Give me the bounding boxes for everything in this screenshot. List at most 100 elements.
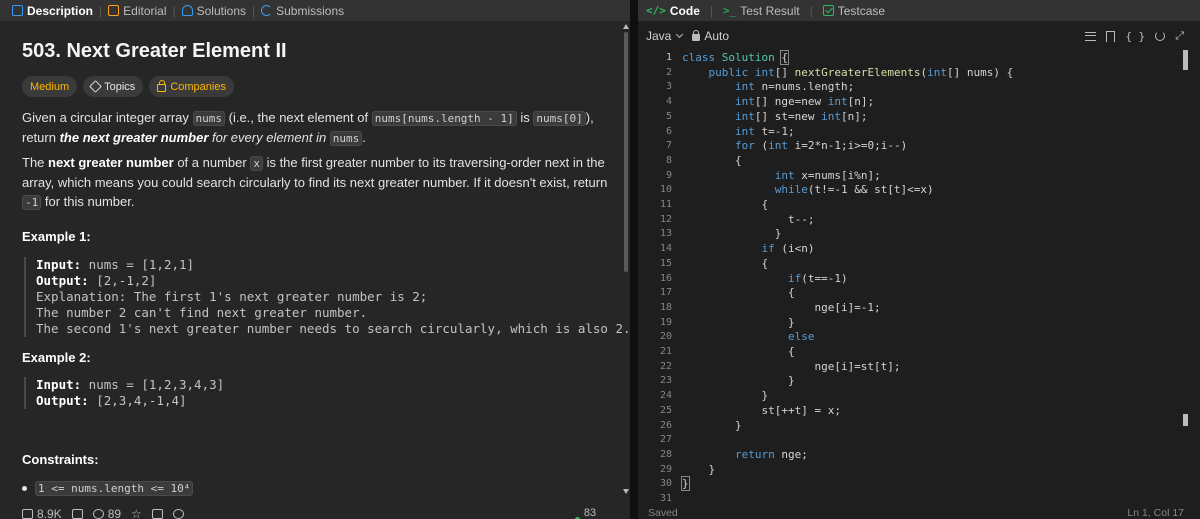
code-line[interactable]: 15 { — [638, 256, 1178, 271]
line-number: 29 — [659, 463, 672, 475]
bookmark-icon[interactable] — [1106, 30, 1116, 42]
output-value: [2,3,4,-1,4] — [88, 393, 187, 408]
line-number: 4 — [665, 96, 672, 108]
code-line[interactable]: 19 } — [638, 315, 1178, 330]
code-line[interactable]: 4 int[] nge=new int[n]; — [638, 94, 1178, 109]
thumbs-down-icon — [71, 509, 83, 519]
description-paragraph-1: Given a circular integer array nums (i.e… — [22, 108, 612, 148]
scroll-down-arrow-icon[interactable] — [623, 489, 629, 494]
tab-test-result[interactable]: >_ Test Result — [723, 4, 800, 18]
braces-icon[interactable]: { } — [1125, 30, 1145, 43]
line-number: 10 — [659, 184, 672, 196]
code-line[interactable]: 28 return nge; — [638, 447, 1178, 462]
code-line[interactable]: 11 { — [638, 197, 1178, 212]
example-1-block: Input: nums = [1,2,1] Output: [2,-1,2] E… — [24, 257, 630, 337]
topics-button[interactable]: Topics — [83, 76, 144, 97]
code-line[interactable]: 31 — [638, 491, 1178, 506]
code-text: return nge; — [734, 447, 808, 461]
text: for every element in — [208, 130, 330, 145]
code-text: st[++t] = x; — [682, 403, 841, 417]
tab-editorial[interactable]: Editorial — [102, 0, 172, 21]
code-line[interactable]: 24 } — [638, 388, 1178, 403]
difficulty-badge: Medium — [22, 76, 78, 97]
favorite-button[interactable]: ☆ — [131, 507, 142, 519]
tab-divider: | — [809, 3, 813, 18]
code-line[interactable]: 10 while(t!=-1 && st[t]<=x) — [638, 182, 1178, 197]
line-number: 8 — [665, 154, 672, 166]
code-line[interactable]: 1 class Solution { — [638, 50, 1178, 65]
code-line[interactable]: 18 nge[i]=-1; — [638, 300, 1178, 315]
tab-solutions[interactable]: Solutions — [176, 0, 252, 21]
line-number: 13 — [659, 228, 672, 240]
reset-icon[interactable] — [1155, 31, 1166, 41]
panel-splitter[interactable] — [630, 0, 638, 519]
tab-submissions[interactable]: Submissions — [255, 0, 350, 21]
emphasis-text: the next greater number — [59, 130, 209, 145]
text: is — [516, 110, 534, 125]
expand-icon[interactable]: ⤢ — [1175, 30, 1184, 43]
code-line[interactable]: 17 { — [638, 285, 1178, 300]
line-number: 24 — [659, 390, 672, 402]
code-line[interactable]: 27 — [638, 432, 1178, 447]
tab-testcase[interactable]: Testcase — [822, 4, 885, 18]
text: . — [362, 130, 366, 145]
description-scrollbar[interactable] — [624, 32, 628, 272]
code-line[interactable]: 14 if (i<n) — [638, 241, 1178, 256]
right-tabbar: </> Code | >_ Test Result | Testcase — [638, 0, 1200, 21]
output-value: [2,-1,2] — [88, 273, 157, 288]
code-line[interactable]: 29 } — [638, 462, 1178, 477]
code-line[interactable]: 25 st[++t] = x; — [638, 403, 1178, 418]
online-status: 83 Online — [575, 507, 630, 519]
code-line[interactable]: 30} — [638, 476, 1178, 492]
code-line[interactable]: 26 } — [638, 418, 1178, 433]
code-line[interactable]: 6 int t=-1; — [638, 124, 1178, 139]
code-line[interactable]: 7 for (int i=2*n-1;i>=0;i--) — [638, 138, 1178, 153]
code-line[interactable]: 16 if(t==-1) — [638, 271, 1178, 286]
help-button[interactable] — [172, 509, 184, 519]
code-line[interactable]: 23 } — [638, 373, 1178, 388]
companies-button[interactable]: Companies — [149, 76, 234, 97]
line-number: 9 — [665, 169, 672, 181]
input-value: nums = [1,2,3,4,3] — [81, 377, 225, 392]
tab-code[interactable]: </> Code — [646, 4, 700, 18]
code-line[interactable]: 12 t--; — [638, 212, 1178, 227]
tab-submissions-label: Submissions — [276, 3, 345, 18]
format-icon[interactable] — [1085, 31, 1097, 41]
history-icon — [261, 5, 273, 16]
terminal-icon: >_ — [723, 4, 737, 17]
text: of a number — [173, 155, 251, 170]
share-button[interactable] — [151, 509, 163, 519]
bullet — [22, 486, 27, 491]
language-select[interactable]: Java — [646, 29, 684, 43]
lock-icon — [692, 30, 701, 41]
code-line[interactable]: 8 { — [638, 153, 1178, 168]
tab-editorial-label: Editorial — [123, 3, 167, 18]
inline-code: -1 — [22, 195, 42, 210]
line-number: 23 — [659, 375, 672, 387]
code-line[interactable]: 21 { — [638, 344, 1178, 359]
topics-label: Topics — [104, 80, 136, 93]
like-button[interactable]: 8.9K — [22, 507, 62, 519]
code-line[interactable]: 20 else — [638, 329, 1178, 344]
auto-mode-toggle[interactable]: Auto — [692, 29, 729, 43]
tab-description[interactable]: Description — [6, 0, 99, 21]
emphasis-text: next greater number — [48, 155, 174, 170]
question-icon — [172, 509, 184, 519]
code-text: { — [682, 345, 795, 358]
code-text: } — [682, 227, 782, 241]
problem-title[interactable]: 503. Next Greater Element II — [22, 40, 287, 63]
code-line[interactable]: 2 public int[] nextGreaterElements(int[]… — [638, 65, 1178, 80]
dislike-button[interactable] — [71, 509, 83, 519]
code-line[interactable]: 9 int x=nums[i%n]; — [638, 168, 1178, 183]
code-line[interactable]: 3 int n=nums.length; — [638, 79, 1178, 94]
code-line[interactable]: 13 } — [638, 226, 1178, 241]
code-line[interactable]: 22 nge[i]=st[t]; — [638, 359, 1178, 374]
code-text: class Solution { — [682, 50, 789, 65]
code-editor[interactable]: 1 class Solution {2 public int[] nextGrea… — [638, 50, 1200, 504]
code-text: for (int i=2*n-1;i>=0;i--) — [734, 139, 908, 153]
code-line[interactable]: 5 int[] st=new int[n]; — [638, 109, 1178, 124]
line-number: 30 — [659, 478, 672, 490]
star-icon: ☆ — [131, 507, 142, 519]
scroll-up-arrow-icon[interactable] — [623, 24, 629, 29]
comments-button[interactable]: 89 — [92, 507, 121, 519]
